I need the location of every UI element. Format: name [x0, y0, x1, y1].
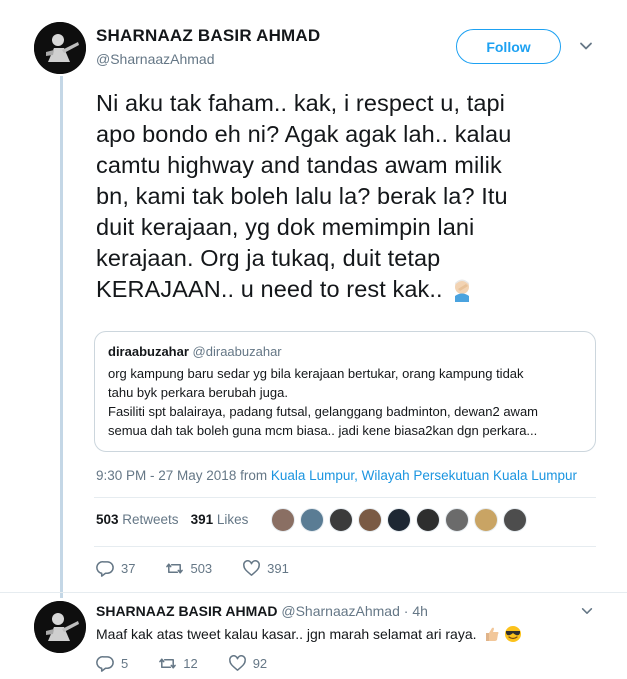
retweets-label: Retweets — [118, 512, 179, 527]
tweet-text-line: camtu highway and tandas awam milik — [96, 152, 502, 178]
divider — [0, 592, 627, 593]
avatar-image — [34, 601, 86, 653]
retweet-icon — [166, 563, 184, 574]
like-count: 92 — [252, 656, 268, 671]
reply-header: SHARNAAZ BASIR AHMAD @SharnaazAhmad · 4h — [96, 603, 428, 619]
quoted-text-line: org kampung baru sedar yg bila kerajaan … — [108, 366, 524, 381]
thread-line — [60, 76, 63, 598]
reply-icon — [96, 561, 114, 577]
reply-count: 37 — [121, 561, 136, 576]
quoted-tweet[interactable]: diraabuzahar @diraabuzahar org kampung b… — [94, 331, 596, 452]
avatar[interactable] — [34, 22, 86, 74]
sunglasses-emoji — [505, 626, 522, 642]
follow-button[interactable]: Follow — [456, 29, 561, 64]
timestamp-text: 9:30 PM - 27 May 2018 from — [96, 468, 271, 483]
likes-label: Likes — [213, 512, 249, 527]
liker-avatar[interactable] — [474, 508, 498, 532]
reply-button[interactable]: 37 — [96, 559, 135, 578]
divider — [94, 497, 596, 498]
liker-avatar[interactable] — [445, 508, 469, 532]
liker-avatar[interactable] — [503, 508, 527, 532]
quoted-author-name: diraabuzahar — [108, 344, 189, 359]
likes-count: 391 — [190, 512, 214, 527]
like-button[interactable]: 391 — [242, 559, 289, 578]
reply-actions: 5 12 92 — [96, 654, 297, 673]
tweet-timestamp: 9:30 PM - 27 May 2018 from Kuala Lumpur,… — [96, 468, 577, 483]
reply-count: 5 — [121, 656, 129, 671]
reply-button[interactable]: 5 — [96, 654, 128, 673]
retweets-stat[interactable]: 503 Retweets — [96, 512, 179, 527]
quoted-text-line: Fasiliti spt balairaya, padang futsal, g… — [108, 404, 538, 419]
retweet-button[interactable]: 503 — [165, 559, 212, 578]
liker-avatar[interactable] — [329, 508, 353, 532]
tweet-text-last-line: KERAJAAN.. u need to rest kak.. — [96, 274, 596, 305]
reply-avatar[interactable] — [34, 601, 86, 653]
divider — [94, 546, 596, 547]
reply-author-handle[interactable]: @SharnaazAhmad — [281, 603, 400, 619]
tweet-stats: 503 Retweets 391 Likes — [96, 512, 260, 527]
tweet-text-line: KERAJAAN.. u need to rest kak.. — [96, 276, 443, 302]
chevron-down-icon[interactable] — [580, 604, 594, 618]
like-button[interactable]: 92 — [228, 654, 267, 673]
retweet-icon — [159, 658, 177, 669]
quoted-text-line: tahu byk perkara berubah juga. — [108, 385, 288, 400]
tweet-text-line: duit kerajaan, yg dok memimpin lani — [96, 214, 475, 240]
face-palm-emoji — [454, 279, 469, 302]
tweet-actions: 37 503 391 — [96, 559, 319, 578]
tweet-text: Ni aku tak faham.. kak, i respect u, tap… — [96, 88, 596, 305]
retweet-button[interactable]: 12 — [158, 654, 198, 673]
quoted-author-handle: @diraabuzahar — [192, 344, 282, 359]
liker-avatar[interactable] — [358, 508, 382, 532]
chevron-down-icon[interactable] — [578, 38, 594, 54]
reply-text-content: Maaf kak atas tweet kalau kasar.. jgn ma… — [96, 626, 477, 642]
tweet-text-line: apo bondo eh ni? Agak agak lah.. kalau — [96, 121, 512, 147]
reply-text: Maaf kak atas tweet kalau kasar.. jgn ma… — [96, 625, 522, 643]
retweet-count: 503 — [190, 561, 213, 576]
quoted-tweet-header: diraabuzahar @diraabuzahar — [108, 344, 582, 359]
retweets-count: 503 — [96, 512, 119, 527]
location-link[interactable]: Kuala Lumpur, Wilayah Persekutuan Kuala … — [271, 468, 577, 483]
reply-age[interactable]: · 4h — [400, 603, 428, 619]
tweet-text-line: kerajaan. Org ja tukaq, duit tetap — [96, 245, 441, 271]
liker-avatar[interactable] — [416, 508, 440, 532]
author-name[interactable]: SHARNAAZ BASIR AHMAD — [96, 26, 320, 46]
quoted-tweet-text: org kampung baru sedar yg bila kerajaan … — [108, 364, 582, 440]
liker-avatar[interactable] — [300, 508, 324, 532]
reply-icon — [96, 656, 114, 672]
heart-icon — [243, 560, 261, 576]
retweet-count: 12 — [183, 656, 198, 671]
likes-stat[interactable]: 391 Likes — [191, 512, 249, 527]
like-count: 391 — [267, 561, 289, 576]
liker-avatar[interactable] — [387, 508, 411, 532]
author-handle[interactable]: @SharnaazAhmad — [96, 51, 215, 67]
liker-avatar[interactable] — [271, 508, 295, 532]
liker-avatars — [271, 508, 532, 532]
avatar-image — [34, 22, 86, 74]
tweet-text-line: Ni aku tak faham.. kak, i respect u, tap… — [96, 90, 506, 116]
tweet-text-line: bn, kami tak boleh lalu la? berak la? It… — [96, 183, 508, 209]
thumbs-up-emoji — [486, 627, 499, 641]
quoted-text-line: semua dah tak boleh guna mcm biasa.. jad… — [108, 423, 538, 438]
heart-icon — [228, 655, 246, 671]
reply-author-name[interactable]: SHARNAAZ BASIR AHMAD — [96, 603, 277, 619]
